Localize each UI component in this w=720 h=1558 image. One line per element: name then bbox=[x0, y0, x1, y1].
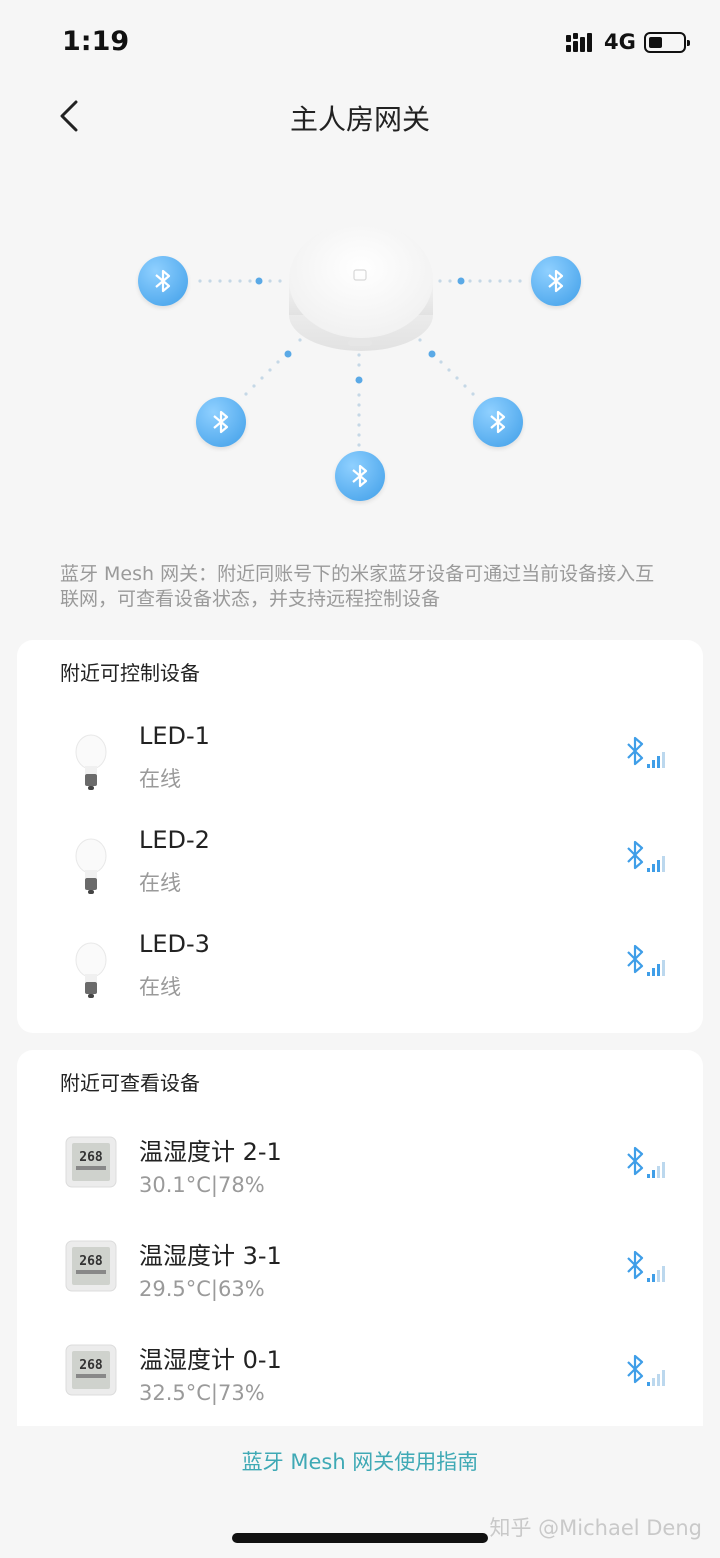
device-row-thermometer-2-1[interactable]: 268 温湿度计 2-1 30.1°C|78% bbox=[17, 1120, 703, 1224]
lcd-reading: 268 bbox=[79, 1254, 103, 1269]
gateway-description: 蓝牙 Mesh 网关：附近同账号下的米家蓝牙设备可通过当前设备接入互联网，可查看… bbox=[60, 563, 655, 610]
signal-icon bbox=[566, 33, 592, 52]
bulb-icon bbox=[75, 734, 107, 790]
nav-bar: 主人房网关 bbox=[0, 86, 720, 146]
device-status: 30.1°C|78% bbox=[139, 1173, 265, 1197]
thermometer-hygrometer-icon: 268 bbox=[65, 1344, 117, 1396]
bluetooth-signal-icon bbox=[627, 944, 665, 976]
home-indicator[interactable] bbox=[232, 1533, 488, 1543]
device-name: LED-2 bbox=[139, 826, 210, 854]
device-row-led-2[interactable]: LED-2 在线 bbox=[17, 814, 703, 918]
device-status: 在线 bbox=[139, 975, 181, 999]
bluetooth-node-icon bbox=[196, 397, 246, 447]
lcd-reading: 268 bbox=[79, 1358, 103, 1373]
network-type: 4G bbox=[604, 30, 636, 54]
device-name: 温湿度计 3-1 bbox=[139, 1242, 282, 1270]
bluetooth-signal-icon bbox=[627, 840, 665, 872]
device-row-thermometer-0-1[interactable]: 268 温湿度计 0-1 32.5°C|73% bbox=[17, 1328, 703, 1432]
status-bar: 1:19 4G bbox=[0, 0, 720, 86]
bulb-icon bbox=[75, 838, 107, 894]
bulb-icon bbox=[75, 942, 107, 998]
gateway-illustration bbox=[0, 200, 720, 520]
viewable-devices-card: 附近可查看设备 268 温湿度计 2-1 30.1°C|78% 268 温湿度计… bbox=[17, 1050, 703, 1426]
bluetooth-signal-icon bbox=[627, 1250, 665, 1282]
bluetooth-node-icon bbox=[531, 256, 581, 306]
device-row-led-3[interactable]: LED-3 在线 bbox=[17, 918, 703, 1022]
controllable-devices-card: 附近可控制设备 LED-1 在线 LED-2 在线 LED-3 在线 bbox=[17, 640, 703, 1033]
gateway-hub-image bbox=[289, 222, 433, 351]
section-title: 附近可控制设备 bbox=[60, 661, 200, 685]
battery-icon bbox=[644, 32, 690, 53]
device-name: LED-3 bbox=[139, 930, 210, 958]
device-status: 在线 bbox=[139, 767, 181, 791]
bluetooth-signal-icon bbox=[627, 1354, 665, 1386]
bluetooth-node-icon bbox=[335, 451, 385, 501]
device-status: 在线 bbox=[139, 871, 181, 895]
device-status: 29.5°C|63% bbox=[139, 1277, 265, 1301]
device-name: 温湿度计 0-1 bbox=[139, 1346, 282, 1374]
watermark: 知乎 @Michael Deng bbox=[489, 1516, 702, 1540]
bluetooth-signal-icon bbox=[627, 736, 665, 768]
bluetooth-node-icon bbox=[138, 256, 188, 306]
device-name: 温湿度计 2-1 bbox=[139, 1138, 282, 1166]
bluetooth-node-icon bbox=[473, 397, 523, 447]
device-row-thermometer-3-1[interactable]: 268 温湿度计 3-1 29.5°C|63% bbox=[17, 1224, 703, 1328]
device-name: LED-1 bbox=[139, 722, 210, 750]
device-status: 32.5°C|73% bbox=[139, 1381, 265, 1405]
device-row-led-1[interactable]: LED-1 在线 bbox=[17, 710, 703, 814]
page-title: 主人房网关 bbox=[289, 103, 430, 136]
mesh-gateway-guide-link[interactable]: 蓝牙 Mesh 网关使用指南 bbox=[0, 1446, 720, 1476]
bluetooth-signal-icon bbox=[627, 1146, 665, 1178]
thermometer-hygrometer-icon: 268 bbox=[65, 1136, 117, 1188]
lcd-reading: 268 bbox=[79, 1150, 103, 1165]
status-time: 1:19 bbox=[62, 26, 130, 57]
thermometer-hygrometer-icon: 268 bbox=[65, 1240, 117, 1292]
section-title: 附近可查看设备 bbox=[60, 1071, 200, 1095]
